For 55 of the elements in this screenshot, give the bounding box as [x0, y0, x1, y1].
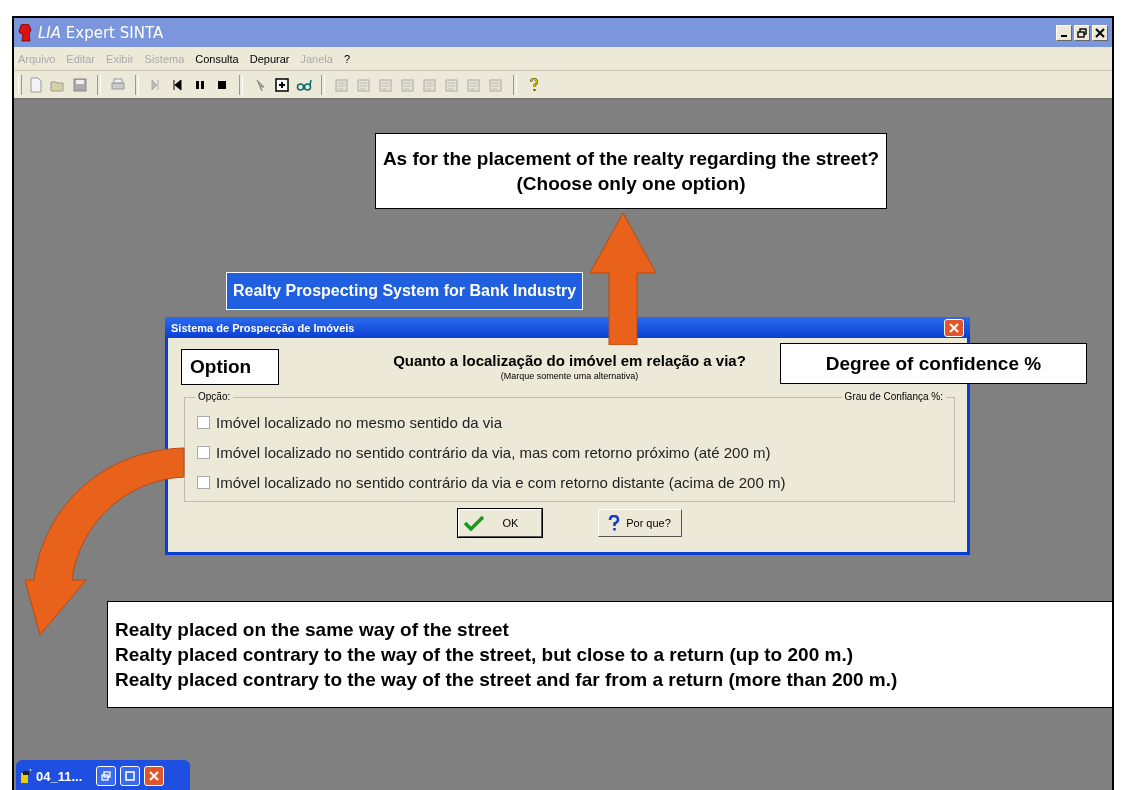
toolbar-tool-icon[interactable]	[378, 76, 394, 93]
menu-item[interactable]: Consulta	[195, 52, 239, 65]
close-icon	[949, 322, 959, 333]
option-label[interactable]: Imóvel localizado no sentido contrário da via e com retorno distante (acima de 200 m)	[216, 474, 786, 491]
option-checkbox[interactable]	[197, 446, 210, 459]
toolbar-tool-icon[interactable]	[444, 76, 460, 93]
dialog-title: Sistema de Prospecção de Imóveis	[171, 321, 355, 334]
confidence-label: Grau de Confiança %:	[841, 391, 946, 402]
system-title-label: Realty Prospecting System for Bank Industry	[226, 272, 584, 310]
maximize-button[interactable]	[120, 766, 141, 786]
minimized-window[interactable]: 04_11...	[16, 760, 190, 790]
close-button[interactable]	[1092, 24, 1108, 41]
printer-icon[interactable]	[110, 76, 126, 93]
toolbar-tool-icon[interactable]	[422, 76, 438, 93]
annotation-label: Option	[181, 349, 279, 385]
toolbar-tool-icon[interactable]	[400, 76, 416, 93]
annotation-text: As for the placement of the realty regarding the street?	[382, 147, 880, 170]
app-logo-icon	[18, 23, 32, 42]
restore-icon	[1077, 27, 1087, 38]
restore-icon	[101, 771, 112, 781]
restore-button[interactable]	[96, 766, 117, 786]
window-title: LIA Expert SINTA	[38, 23, 164, 42]
restore-button[interactable]	[1074, 24, 1090, 41]
close-icon	[149, 771, 160, 781]
annotation-text: Realty placed contrary to the way of the street, but close to a return (up to 200 m.)	[115, 643, 854, 666]
app-icon	[20, 768, 32, 784]
maximize-icon	[125, 771, 136, 781]
toolbar-tool-icon[interactable]	[466, 76, 482, 93]
annotation-text: Realty placed contrary to the way of the street and far from a return (more than 200 m.)	[115, 668, 899, 691]
toolbar-tool-icon[interactable]	[334, 76, 350, 93]
option-label[interactable]: Imóvel localizado no sentido contrário da via, mas com retorno próximo (até 200 m)	[216, 444, 771, 461]
why-button[interactable]: Por que?	[597, 509, 682, 537]
option-checkbox[interactable]	[197, 416, 210, 429]
group-label: Opção:	[195, 391, 234, 402]
checkmark-icon	[462, 515, 485, 531]
toolbar-tool-icon[interactable]	[488, 76, 504, 93]
minimize-button[interactable]	[1056, 24, 1072, 41]
question-text: Quanto a localização do imóvel em relação a via?	[393, 352, 746, 369]
ok-button[interactable]: OK	[457, 509, 542, 537]
hint-text: (Marque somente uma alternativa)	[500, 371, 639, 381]
close-button[interactable]	[144, 766, 165, 786]
plus-box-icon[interactable]	[274, 76, 290, 93]
annotation-text: Realty placed on the same way of the street	[115, 618, 510, 641]
menu-item[interactable]: ?	[343, 52, 351, 65]
annotation-label: Degree of confidence %	[780, 343, 1087, 384]
annotation-text: (Choose only one option)	[516, 172, 746, 195]
close-icon	[1095, 27, 1105, 38]
question-mark-icon	[608, 515, 621, 531]
toolbar-tool-icon[interactable]	[356, 76, 372, 93]
option-checkbox[interactable]	[197, 476, 210, 489]
menu-item[interactable]: Depurar	[249, 52, 290, 65]
minimize-icon	[1061, 34, 1067, 37]
minimized-window-title: 04_11...	[36, 768, 83, 784]
new-document-icon[interactable]	[28, 76, 44, 93]
option-label[interactable]: Imóvel localizado no mesmo sentido da via	[216, 414, 502, 431]
